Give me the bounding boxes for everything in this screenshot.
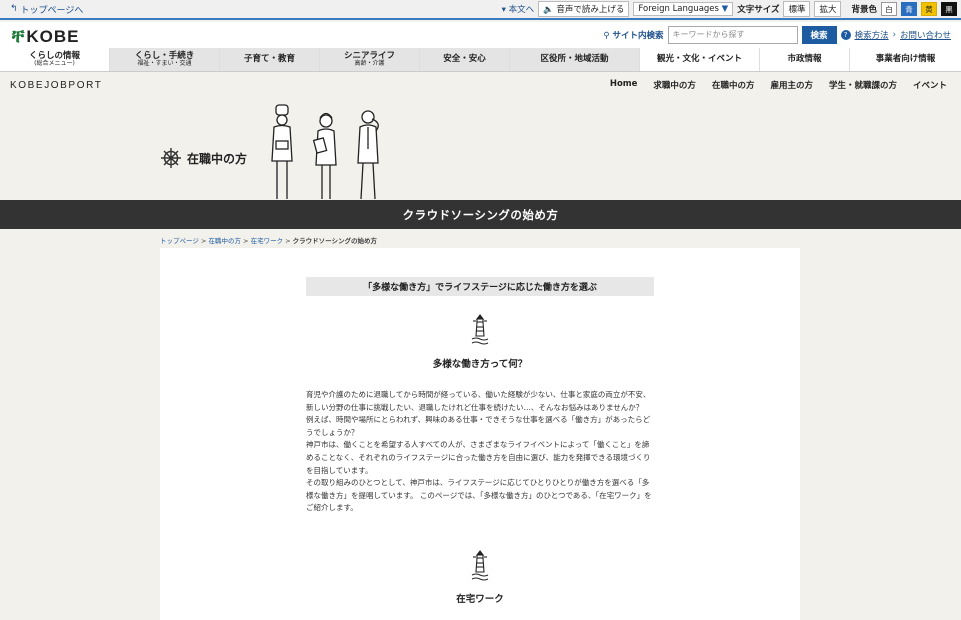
section-title-home-work: 在宅ワーク — [456, 594, 504, 605]
breadcrumb-sep: > — [283, 237, 293, 245]
skip-label: 本文へ — [508, 5, 535, 15]
magnifier-icon: ⚲ — [603, 31, 610, 41]
bg-black-button[interactable]: 黒 — [941, 2, 957, 16]
kobe-emblem-icon: ቸ — [12, 26, 25, 47]
nav-label: 事業者向け情報 — [875, 53, 936, 64]
jobport-link-employed[interactable]: 在職中の方 — [712, 79, 755, 91]
back-to-top-label: トップページへ — [20, 5, 84, 16]
breadcrumb-sep: > — [240, 237, 251, 245]
jobport-link-job-seekers[interactable]: 求職中の方 — [653, 79, 696, 91]
workers-illustration — [271, 104, 379, 200]
jobport-nav: KOBEJOBPORT Home 求職中の方 在職中の方 雇用主の方 学生・就職… — [0, 73, 961, 97]
nav-item-senior[interactable]: シニアライフ 高齢・介護 — [320, 48, 420, 71]
nav-label: 市政情報 — [787, 53, 822, 64]
nav-label: 安全・安心 — [443, 53, 486, 64]
search-input[interactable]: キーワードから探す — [667, 26, 798, 44]
paragraph: 育児や介護のために退職してから時間が経っている、働いた経験が少ない、仕事と家庭の… — [306, 390, 651, 412]
lead-heading: 「多様な働き方」でライフステージに応じた働き方を選ぶ — [306, 277, 654, 296]
breadcrumb: トップページ > 在職中の方 > 在宅ワーク > クラウドソーシングの始め方 — [160, 235, 377, 245]
intro-text: 育児や介護のために退職してから時間が経っている、働いた経験が少ない、仕事と家庭の… — [306, 389, 654, 515]
ship-wheel-icon — [161, 148, 181, 168]
nav-label: 区役所・地域活動 — [540, 53, 609, 64]
nav-item-tourism[interactable]: 観光・文化・イベント — [640, 48, 760, 71]
kobe-logo[interactable]: ቸ KOBE — [12, 26, 80, 47]
nav-sublabel: 高齢・介護 — [354, 59, 385, 67]
logo-text: KOBE — [26, 26, 80, 46]
help-icon: ? — [840, 30, 851, 40]
jobport-link-employers[interactable]: 雇用主の方 — [770, 79, 813, 91]
breadcrumb-link-top[interactable]: トップページ — [160, 237, 199, 245]
languages-label: Foreign Languages — [638, 4, 719, 14]
nav-label: 子育て・教育 — [243, 53, 295, 64]
paragraph: 神戸市は、働くことを希望する人すべての人が、さまざまなライフイベントによって「働… — [306, 440, 651, 475]
contact-link[interactable]: お問い合わせ — [900, 29, 951, 41]
hero-banner: 在職中の方 — [0, 97, 961, 200]
category-title: 在職中の方 — [187, 151, 248, 166]
nav-item-procedures[interactable]: くらし・手続き 福祉・すまい・交通 — [110, 48, 220, 71]
page-title: クラウドソーシングの始め方 — [0, 200, 961, 229]
nav-item-safety[interactable]: 安全・安心 — [420, 48, 510, 71]
search-button[interactable]: 検索 — [801, 26, 837, 44]
nav-sublabel: (総合メニュー) — [34, 59, 75, 67]
text-size-label: 文字サイズ — [737, 5, 780, 15]
nav-label: 観光・文化・イベント — [656, 53, 742, 64]
search-help-link[interactable]: 検索方法 — [855, 29, 889, 41]
speech-button[interactable]: 🔈 音声で読み上げる — [538, 1, 630, 17]
paragraph: 例えば、時間や場所にとらわれず、興味のある仕事・できそうな仕事を選べる「働き方」… — [306, 415, 651, 437]
global-nav: くらしの情報 (総合メニュー) くらし・手続き 福祉・すまい・交通 子育て・教育… — [0, 48, 961, 72]
kobe-jobport-logo[interactable]: KOBEJOBPORT — [0, 80, 102, 91]
text-size-large-button[interactable]: 拡大 — [814, 1, 842, 17]
breadcrumb-link-home-work[interactable]: 在宅ワーク — [251, 237, 284, 245]
bg-white-button[interactable]: 白 — [881, 2, 897, 16]
speaker-icon: 🔈 — [543, 5, 554, 15]
site-header: ቸ KOBE ⚲ サイト内検索 キーワードから探す 検索 ? 検索方法 › お問… — [0, 22, 961, 48]
nav-item-ward-office[interactable]: 区役所・地域活動 — [510, 48, 640, 71]
back-to-top-link[interactable]: ↰ トップページへ — [0, 3, 83, 16]
nav-sublabel: 福祉・すまい・交通 — [137, 59, 192, 67]
breadcrumb-current: クラウドソーシングの始め方 — [292, 237, 378, 245]
category-heading: 在職中の方 — [160, 147, 247, 169]
jobport-link-home[interactable]: Home — [610, 79, 638, 91]
main-content: 「多様な働き方」でライフステージに応じた働き方を選ぶ 多様な働き方って何？ 育児… — [160, 248, 800, 620]
utility-bar: ↰ トップページへ ▾ 本文へ 🔈 音声で読み上げる Foreign Langu… — [0, 0, 961, 20]
paragraph: その取り組みのひとつとして、神戸市は、ライフステージに応じてひとりひとりが働き方… — [306, 478, 652, 513]
section-title-diverse-work: 多様な働き方って何？ — [432, 359, 528, 370]
nav-item-city-admin[interactable]: 市政情報 — [760, 48, 850, 71]
speech-label: 音声で読み上げる — [556, 5, 625, 15]
bg-yellow-button[interactable]: 黄 — [921, 2, 937, 16]
nav-item-childcare[interactable]: 子育て・教育 — [220, 48, 320, 71]
return-arrow-icon: ↰ — [10, 4, 18, 14]
jobport-link-events[interactable]: イベント — [913, 79, 947, 91]
chevron-right-icon: › — [892, 30, 896, 40]
bg-color-label: 背景色 — [851, 5, 877, 15]
lighthouse-icon — [471, 550, 489, 581]
foreign-languages-select[interactable]: Foreign Languages ▼ — [633, 2, 734, 16]
jobport-link-students[interactable]: 学生・就職課の方 — [829, 79, 897, 91]
site-search-text: サイト内検索 — [612, 31, 664, 41]
lighthouse-icon — [471, 314, 489, 345]
text-size-normal-button[interactable]: 標準 — [783, 1, 811, 17]
nav-item-business[interactable]: 事業者向け情報 — [850, 48, 961, 71]
chevron-down-icon: ▼ — [721, 4, 729, 14]
nav-item-living-info[interactable]: くらしの情報 (総合メニュー) — [0, 48, 110, 71]
breadcrumb-link-employed[interactable]: 在職中の方 — [208, 237, 241, 245]
skip-to-content-link[interactable]: ▾ 本文へ — [502, 3, 534, 15]
site-search-label: ⚲ サイト内検索 — [603, 29, 663, 41]
bg-blue-button[interactable]: 青 — [901, 2, 917, 16]
